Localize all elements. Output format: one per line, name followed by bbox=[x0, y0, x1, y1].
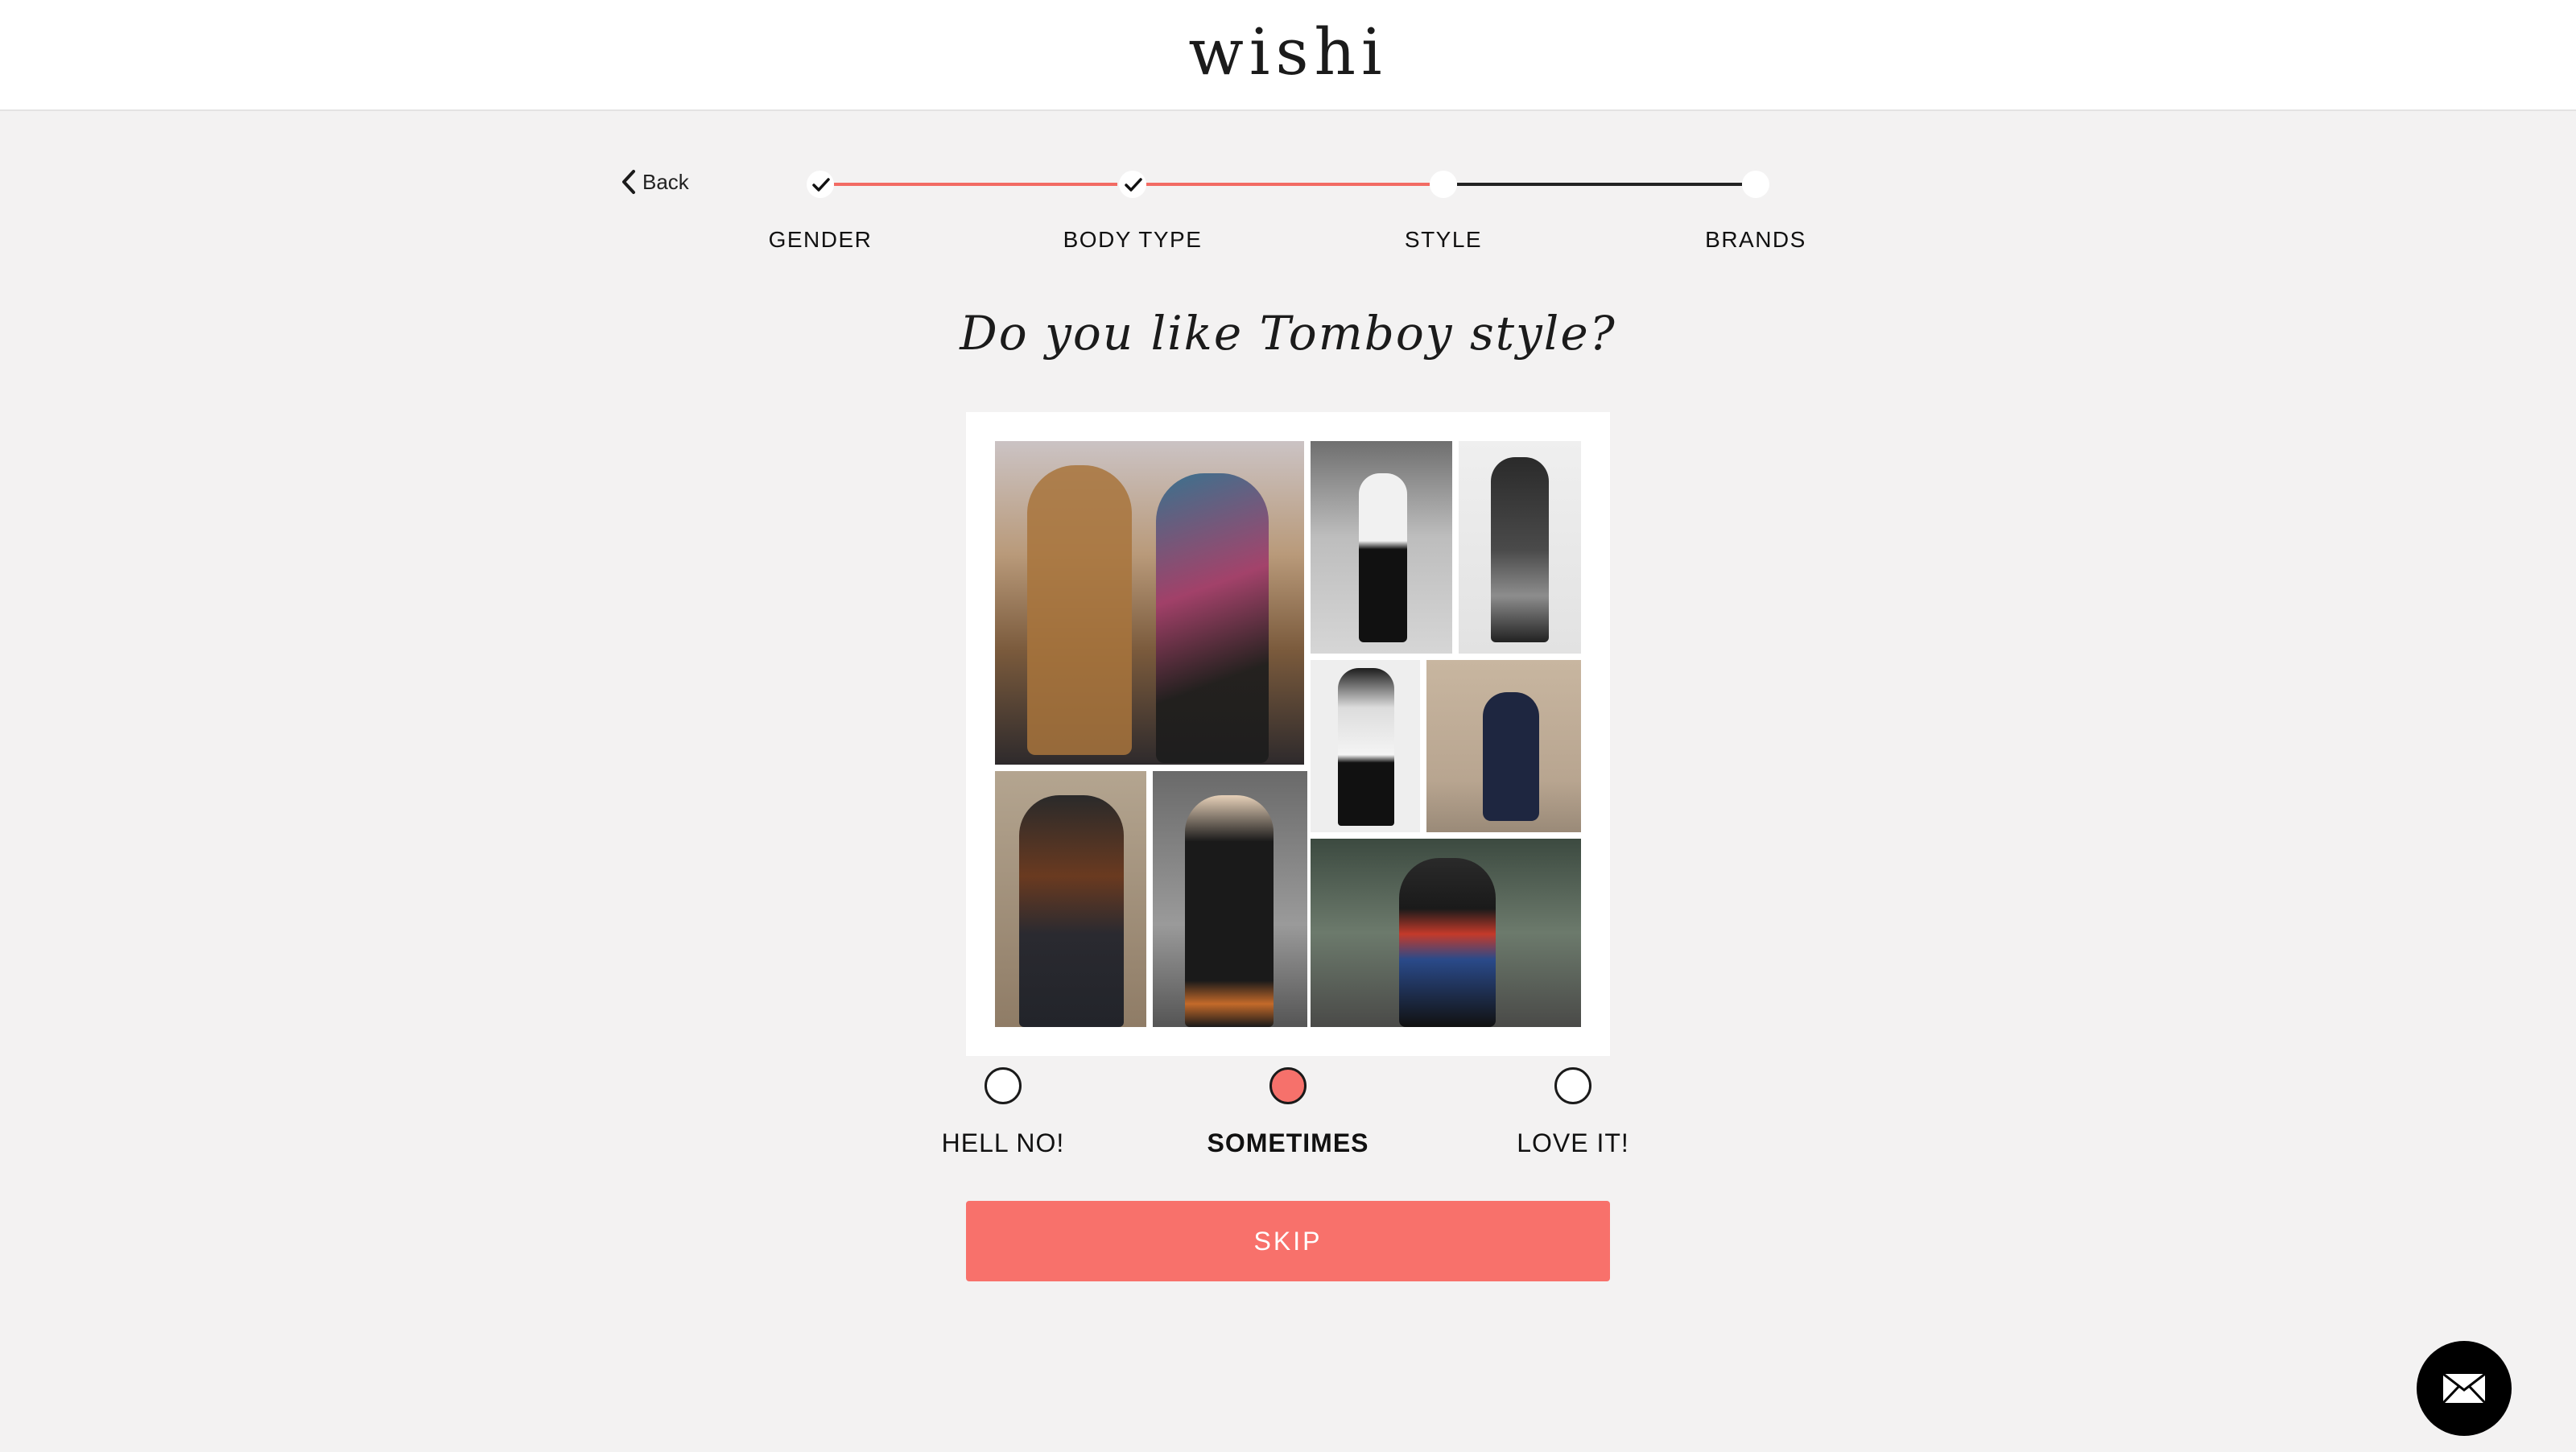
collage-photo-5 bbox=[1426, 660, 1581, 832]
checkmark-icon bbox=[1125, 178, 1142, 192]
collage-photo-6 bbox=[995, 771, 1146, 1027]
step-connector-3 bbox=[1457, 183, 1742, 186]
collage-photo-4 bbox=[1311, 660, 1420, 832]
progress-stepper: GENDER BODY TYPE STYLE BRANDS bbox=[0, 0, 2576, 274]
step-label-gender[interactable]: GENDER bbox=[700, 227, 941, 253]
answer-label-hell-no: HELL NO! bbox=[941, 1128, 1065, 1157]
step-label-style[interactable]: STYLE bbox=[1323, 227, 1564, 253]
answer-sometimes[interactable]: SOMETIMES bbox=[1143, 1067, 1433, 1158]
step-dot-brands[interactable] bbox=[1742, 171, 1769, 198]
radio-sometimes[interactable] bbox=[1269, 1067, 1307, 1104]
step-dot-body-type[interactable] bbox=[1119, 171, 1146, 198]
answer-love-it[interactable]: LOVE IT! bbox=[1428, 1067, 1718, 1158]
step-dot-style[interactable] bbox=[1430, 171, 1457, 198]
step-label-body-type[interactable]: BODY TYPE bbox=[1012, 227, 1253, 253]
skip-button[interactable]: SKIP bbox=[966, 1201, 1610, 1281]
step-dot-gender[interactable] bbox=[807, 171, 834, 198]
collage-photo-2 bbox=[1311, 441, 1452, 654]
chat-button[interactable] bbox=[2417, 1341, 2512, 1436]
style-collage bbox=[966, 412, 1610, 1056]
collage-photo-8 bbox=[1311, 839, 1581, 1027]
answer-hell-no[interactable]: HELL NO! bbox=[858, 1067, 1148, 1158]
radio-love-it[interactable] bbox=[1554, 1067, 1591, 1104]
answer-label-love-it: LOVE IT! bbox=[1517, 1128, 1629, 1157]
collage-photo-1 bbox=[995, 441, 1304, 765]
step-label-brands[interactable]: BRANDS bbox=[1635, 227, 1876, 253]
question-heading: Do you like Tomboy style? bbox=[960, 306, 1616, 361]
answer-label-sometimes: SOMETIMES bbox=[1207, 1128, 1369, 1157]
radio-hell-no[interactable] bbox=[985, 1067, 1022, 1104]
envelope-icon bbox=[2442, 1372, 2487, 1405]
checkmark-icon bbox=[812, 178, 830, 192]
step-connector-1 bbox=[834, 183, 1117, 186]
collage-photo-3 bbox=[1459, 441, 1581, 654]
collage-photo-7 bbox=[1153, 771, 1307, 1027]
step-connector-2 bbox=[1146, 183, 1430, 186]
